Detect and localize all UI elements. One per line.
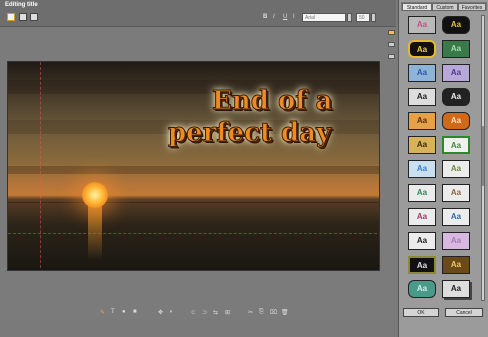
style-swatch-21[interactable]: Aa	[408, 256, 436, 274]
settings-icon[interactable]	[388, 54, 395, 59]
style-swatch-20[interactable]: Aa	[442, 232, 470, 250]
style-swatch-16[interactable]: Aa	[442, 184, 470, 202]
circle-tool-icon[interactable]: ●	[122, 309, 126, 315]
font-select[interactable]: Arial	[302, 13, 346, 22]
style-swatch-9[interactable]: Aa	[408, 112, 436, 130]
font-dropdown-button[interactable]	[347, 13, 352, 22]
underline-button[interactable]: U	[283, 14, 287, 20]
window-title: Editing title	[5, 2, 38, 8]
style-swatch-11[interactable]: Aa	[408, 136, 436, 154]
style-swatch-5[interactable]: Aa	[408, 64, 436, 82]
style-swatch-1[interactable]: Aa	[408, 16, 436, 34]
preview-image[interactable]: End of a perfect day	[7, 61, 380, 271]
cut-icon[interactable]: ✂	[248, 309, 253, 316]
style-swatch-4[interactable]: Aa	[442, 40, 470, 58]
copy-icon[interactable]: ⎘	[259, 309, 264, 316]
style-swatch-2[interactable]: Aa	[442, 16, 470, 34]
tab-standard[interactable]: Standard	[402, 3, 432, 11]
strikethrough-button[interactable]: I	[293, 14, 295, 20]
style-swatch-6[interactable]: Aa	[442, 64, 470, 82]
style-swatch-3[interactable]: Aa	[408, 40, 436, 58]
panel-tabs: Standard Custom Favorites	[401, 2, 487, 11]
layer-icon[interactable]	[388, 42, 395, 47]
text-style-icon[interactable]	[388, 30, 395, 35]
style-swatch-14[interactable]: Aa	[442, 160, 470, 178]
style-swatch-24[interactable]: Aa	[442, 280, 470, 298]
paste-icon[interactable]: ⌧	[270, 309, 277, 316]
grid-icon[interactable]: ⊞	[225, 309, 230, 316]
safe-area-guide-horizontal	[8, 233, 377, 234]
title-line-1[interactable]: End of a	[211, 86, 332, 117]
tab-favorites[interactable]: Favorites	[458, 3, 486, 11]
style-swatch-19[interactable]: Aa	[408, 232, 436, 250]
style-swatch-8[interactable]: Aa	[442, 88, 470, 106]
font-size-select[interactable]: 50	[356, 13, 370, 22]
move-icon[interactable]: ✥	[158, 309, 163, 316]
style-panel: Standard Custom Favorites ⚙ Aa Aa Aa Aa …	[398, 0, 488, 337]
sun	[82, 182, 108, 208]
flip-icon[interactable]: ⇆	[213, 309, 218, 316]
style-swatch-22[interactable]: Aa	[442, 256, 470, 274]
cancel-button[interactable]: Cancel	[445, 308, 483, 317]
style-swatch-13[interactable]: Aa	[408, 160, 436, 178]
align-left-icon[interactable]: ⊂	[191, 309, 196, 316]
ok-button[interactable]: OK	[403, 308, 439, 317]
formatting-toolbar: B I U I Arial 50	[0, 10, 396, 27]
title-bar: Editing title	[0, 0, 396, 10]
italic-button[interactable]: I	[273, 14, 275, 20]
bottom-toolbar: ✎ T ● ■ ✥ ◖ ⊂ ⊃ ⇆ ⊞ ✂ ⎘ ⌧ 🗑	[0, 305, 396, 319]
style-swatch-15[interactable]: Aa	[408, 184, 436, 202]
size-dropdown-button[interactable]	[371, 13, 376, 22]
style-swatch-17[interactable]: Aa	[408, 208, 436, 226]
style-swatch-18[interactable]: Aa	[442, 208, 470, 226]
panel-scrollbar[interactable]	[481, 15, 485, 301]
brush-icon[interactable]: ✎	[100, 309, 105, 316]
style-swatch-7[interactable]: Aa	[408, 88, 436, 106]
style-swatch-10[interactable]: Aa	[442, 112, 470, 130]
fill-icon[interactable]: ◖	[169, 309, 173, 315]
tab-custom[interactable]: Custom	[432, 3, 458, 11]
bold-button[interactable]: B	[263, 14, 267, 20]
new-text-button[interactable]	[7, 13, 15, 21]
text-tool-icon[interactable]: T	[111, 309, 115, 315]
rect-tool-icon[interactable]: ■	[133, 309, 137, 315]
delete-icon[interactable]: 🗑	[281, 309, 289, 316]
style-swatch-23[interactable]: Aa	[408, 280, 436, 298]
align-right-icon[interactable]: ⊃	[202, 309, 207, 316]
style-swatch-12[interactable]: Aa	[442, 136, 470, 154]
new-shape-button[interactable]	[19, 13, 27, 21]
safe-area-guide-vertical	[40, 62, 41, 268]
title-line-2[interactable]: perfect day	[167, 118, 331, 149]
new-image-button[interactable]	[30, 13, 38, 21]
panel-scroll-thumb[interactable]	[482, 126, 484, 186]
